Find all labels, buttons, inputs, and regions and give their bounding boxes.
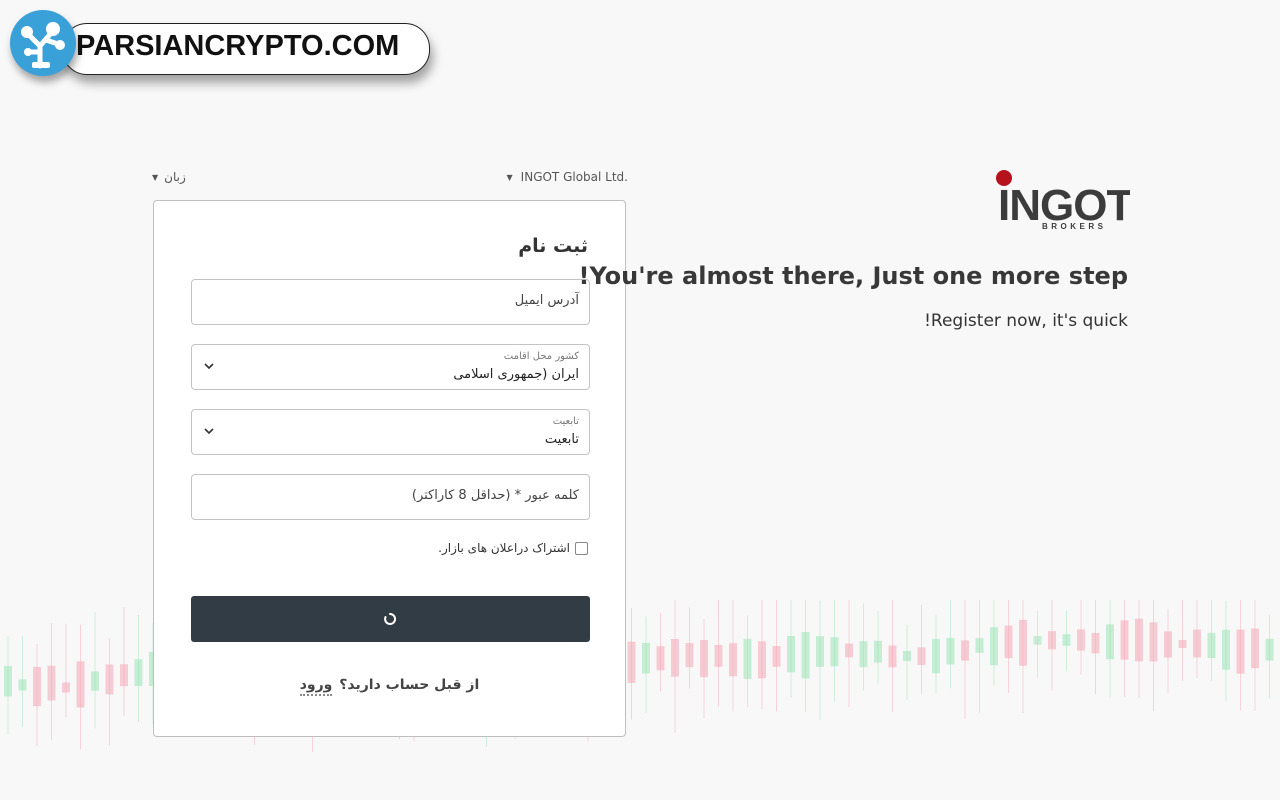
caret-down-icon: ▼ bbox=[506, 172, 513, 182]
svg-text:BROKERS: BROKERS bbox=[1042, 222, 1107, 231]
tree-logo-icon bbox=[10, 10, 76, 76]
candle-body bbox=[772, 645, 781, 667]
candle-body bbox=[1207, 632, 1216, 659]
candle-body bbox=[1033, 636, 1042, 645]
candle-body bbox=[671, 639, 679, 677]
candle-body bbox=[990, 627, 998, 666]
email-field[interactable]: آدرس ایمیل bbox=[191, 279, 590, 325]
password-field[interactable]: کلمه عبور * (حداقل 8 کاراکتر) bbox=[191, 474, 590, 520]
subscribe-checkbox[interactable] bbox=[575, 541, 588, 555]
candle-body bbox=[1236, 629, 1245, 674]
candle-body bbox=[91, 671, 99, 691]
nationality-label: تابعیت bbox=[552, 416, 579, 427]
watermark-text: PARSIANCRYPTO.COM bbox=[76, 30, 400, 62]
candle-body bbox=[1019, 619, 1027, 666]
nationality-select[interactable]: تابعیت تابعیت bbox=[191, 409, 590, 455]
candle-body bbox=[932, 638, 940, 674]
login-prompt: از قبل حساب دارید؟ bbox=[339, 677, 480, 693]
candle-body bbox=[816, 636, 824, 667]
candle-body bbox=[975, 638, 984, 653]
password-placeholder: کلمه عبور * (حداقل 8 کاراکتر) bbox=[411, 488, 579, 503]
registration-card: ثبت نام آدرس ایمیل کشور محل اقامت ایران … bbox=[153, 200, 626, 737]
candle-body bbox=[18, 679, 27, 691]
candle-body bbox=[1222, 629, 1230, 670]
nationality-value: تابعیت bbox=[544, 432, 579, 447]
candle-body bbox=[888, 645, 897, 668]
candle-body bbox=[685, 642, 694, 668]
candle-body bbox=[700, 640, 708, 678]
loading-spinner-icon bbox=[384, 612, 397, 625]
login-prompt-row: از قبل حساب دارید؟ ورود bbox=[154, 677, 625, 696]
candle-body bbox=[729, 643, 737, 677]
candle-body bbox=[946, 638, 955, 665]
language-selector[interactable]: زبان ▼ bbox=[152, 170, 186, 184]
candle-body bbox=[62, 682, 70, 693]
candle-body bbox=[105, 664, 114, 695]
country-select[interactable]: کشور محل اقامت ایران (جمهوری اسلامی bbox=[191, 344, 590, 390]
candle-body bbox=[1178, 640, 1187, 649]
candle-body bbox=[1106, 624, 1114, 660]
candle-body bbox=[874, 640, 882, 663]
chevron-down-icon bbox=[204, 363, 214, 370]
candle-body bbox=[1077, 629, 1085, 651]
candle-body bbox=[33, 666, 41, 707]
candle-body bbox=[1135, 618, 1143, 662]
language-label: زبان bbox=[164, 170, 186, 184]
candle-body bbox=[1164, 631, 1172, 658]
candle-body bbox=[1048, 631, 1056, 650]
email-placeholder: آدرس ایمیل bbox=[514, 293, 579, 308]
subscribe-label: اشتراک دراعلان های بازار. bbox=[438, 541, 570, 555]
entity-selector[interactable]: ▼ INGOT Global Ltd. bbox=[507, 170, 628, 184]
candle-body bbox=[1004, 625, 1013, 659]
candle-body bbox=[4, 665, 12, 697]
form-title: ثبت نام bbox=[518, 235, 588, 257]
candle-body bbox=[47, 665, 56, 701]
candle-body bbox=[1091, 632, 1100, 654]
subscribe-option[interactable]: اشتراک دراعلان های بازار. bbox=[438, 541, 588, 555]
login-link[interactable]: ورود bbox=[299, 677, 333, 696]
candle-body bbox=[845, 643, 853, 658]
candle-body bbox=[1120, 620, 1129, 660]
candle-body bbox=[1265, 638, 1274, 661]
candle-body bbox=[642, 642, 650, 674]
candle-body bbox=[1193, 629, 1201, 658]
promo-headline: !You're almost there, Just one more step bbox=[578, 262, 1128, 290]
candle-body bbox=[120, 664, 128, 687]
caret-down-icon: ▼ bbox=[152, 172, 159, 182]
candle-body bbox=[656, 646, 665, 671]
candle-body bbox=[903, 650, 911, 662]
chevron-down-icon bbox=[204, 428, 214, 435]
candle-body bbox=[801, 631, 810, 679]
candle-body bbox=[714, 645, 723, 667]
candle-body bbox=[758, 641, 766, 679]
register-button[interactable] bbox=[191, 596, 590, 642]
candle-body bbox=[134, 659, 143, 686]
candle-body bbox=[76, 661, 85, 708]
candle-body bbox=[1251, 628, 1259, 669]
candle-body bbox=[1149, 622, 1158, 662]
country-label: کشور محل اقامت bbox=[503, 351, 579, 362]
candle-body bbox=[1062, 634, 1071, 646]
candle-body bbox=[787, 635, 795, 673]
watermark-badge: PARSIANCRYPTO.COM bbox=[10, 10, 430, 90]
country-value: ایران (جمهوری اسلامی bbox=[453, 367, 579, 382]
candle-body bbox=[917, 647, 926, 666]
promo-subline: !Register now, it's quick bbox=[924, 311, 1128, 331]
candle-body bbox=[743, 638, 752, 679]
ingot-brokers-logo: INGOT BROKERS bbox=[996, 170, 1130, 231]
candle-body bbox=[627, 641, 636, 683]
entity-label: INGOT Global Ltd. bbox=[520, 170, 628, 184]
candle-body bbox=[859, 641, 868, 668]
candle-body bbox=[830, 637, 839, 667]
candle-body bbox=[961, 640, 969, 661]
